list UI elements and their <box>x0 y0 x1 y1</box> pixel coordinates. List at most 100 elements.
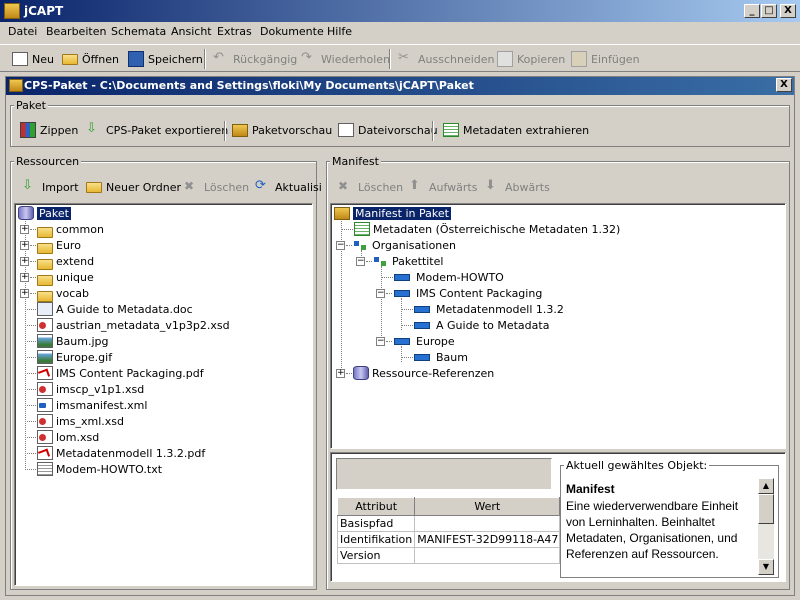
expand-toggle[interactable]: + <box>20 225 29 234</box>
extract-metadata-button[interactable]: Metadaten extrahieren <box>442 120 589 140</box>
new-folder-button[interactable]: Neuer Ordner <box>86 177 181 197</box>
open-button[interactable]: Öffnen <box>62 49 119 69</box>
attribute-header[interactable]: Attribut <box>336 497 416 516</box>
manifest-resource-refs[interactable]: Ressource-Referenzen <box>353 365 494 381</box>
zip-button[interactable]: Zippen <box>20 120 78 140</box>
collapse-toggle[interactable]: − <box>356 257 365 266</box>
tree-folder-extend[interactable]: extend <box>37 253 95 270</box>
attribute-value[interactable] <box>414 515 561 532</box>
close-button[interactable]: X <box>780 4 796 18</box>
tree-file[interactable]: Europe.gif <box>35 349 112 365</box>
manifest-package-title[interactable]: Pakettitel <box>373 253 443 269</box>
tree-file[interactable]: ims_xml.xsd <box>35 413 124 429</box>
value-header[interactable]: Wert <box>414 497 561 516</box>
tree-file[interactable]: IMS Content Packaging.pdf <box>35 365 204 381</box>
tree-file[interactable]: austrian_metadata_v1p3p2.xsd <box>35 317 230 333</box>
manifest-item-guide[interactable]: A Guide to Metadata <box>411 317 549 333</box>
package-preview-button[interactable]: Paketvorschau <box>232 120 332 140</box>
paste-button[interactable]: Einfügen <box>571 49 640 69</box>
table-row[interactable]: Basispfad <box>336 515 561 532</box>
menu-dokumente[interactable]: Dokumente <box>260 25 324 38</box>
manifest-root[interactable]: Manifest in Paket <box>334 205 451 221</box>
tree-folder-unique[interactable]: unique <box>37 269 94 286</box>
menu-bar: Datei Bearbeiten Schemata Ansicht Extras… <box>0 22 800 42</box>
expand-toggle[interactable]: + <box>20 241 29 250</box>
undo-button[interactable]: ↶ Rückgängig <box>213 49 297 69</box>
manifest-item-modem[interactable]: Modem-HOWTO <box>391 269 504 285</box>
export-button[interactable]: ⇩ CPS-Paket exportieren <box>86 120 228 140</box>
cut-button[interactable]: ✂ Ausschneiden <box>398 49 495 69</box>
move-down-button[interactable]: ⬇ Abwärts <box>485 177 550 197</box>
tree-folder-common[interactable]: common <box>37 221 104 238</box>
menu-hilfe[interactable]: Hilfe <box>327 25 352 38</box>
tree-file[interactable]: Baum.jpg <box>35 333 109 349</box>
main-toolbar: Neu Öffnen Speichern ↶ Rückgängig ↷ Wied… <box>0 44 800 72</box>
expand-toggle[interactable]: + <box>336 369 345 378</box>
item-icon <box>394 337 410 345</box>
menu-ansicht[interactable]: Ansicht <box>171 25 212 38</box>
attribute-value[interactable]: MANIFEST-32D99118-A47... <box>414 531 561 548</box>
redo-button[interactable]: ↷ Wiederholen <box>301 49 390 69</box>
tree-label: Baum <box>436 350 468 364</box>
move-up-button[interactable]: ⬆ Aufwärts <box>409 177 477 197</box>
manifest-delete-button[interactable]: ✖ Löschen <box>338 177 403 197</box>
scroll-down-button[interactable]: ▼ <box>758 559 774 575</box>
collapse-toggle[interactable]: − <box>376 337 385 346</box>
scroll-thumb[interactable] <box>758 494 774 524</box>
collapse-toggle[interactable]: − <box>336 241 345 250</box>
package-window-close-button[interactable]: X <box>776 78 792 92</box>
open-label: Öffnen <box>82 52 119 66</box>
import-button[interactable]: ⇩ Import <box>22 177 79 197</box>
manifest-item-europe[interactable]: Europe <box>391 333 455 349</box>
tree-file[interactable]: imsmanifest.xml <box>35 397 147 413</box>
resources-delete-button[interactable]: ✖ Löschen <box>184 177 249 197</box>
xsd-icon <box>37 382 53 396</box>
expand-toggle[interactable]: + <box>20 289 29 298</box>
tree-label: IMS Content Packaging <box>416 286 543 300</box>
manifest-item-metamodel[interactable]: Metadatenmodell 1.3.2 <box>411 301 564 317</box>
file-preview-button[interactable]: Dateivorschau <box>336 120 438 140</box>
refresh-button[interactable]: ⟳ Aktualisi <box>255 177 322 197</box>
tree-label: extend <box>56 254 95 268</box>
manifest-metadata[interactable]: Metadaten (Österreichische Metadaten 1.3… <box>353 221 620 237</box>
tree-file[interactable]: A Guide to Metadata.doc <box>35 301 193 317</box>
tree-file[interactable]: Modem-HOWTO.txt <box>35 461 162 477</box>
manifest-item-baum[interactable]: Baum <box>411 349 468 365</box>
tree-folder-vocab[interactable]: vocab <box>37 285 89 302</box>
attribute-table-wrap: Attribut Wert Basispfad Identifikation M… <box>336 497 561 564</box>
scroll-up-button[interactable]: ▲ <box>758 478 774 494</box>
redo-label: Wiederholen <box>321 52 391 66</box>
tree-label: lom.xsd <box>56 430 100 444</box>
menu-extras[interactable]: Extras <box>217 25 252 38</box>
new-button[interactable]: Neu <box>10 49 54 69</box>
table-row[interactable]: Identifikation MANIFEST-32D99118-A47... <box>336 531 561 548</box>
tree-file[interactable]: imscp_v1p1.xsd <box>35 381 144 397</box>
tree-item-paket[interactable]: Paket <box>18 205 71 221</box>
manifest-item-ims[interactable]: IMS Content Packaging <box>391 285 542 301</box>
copy-button[interactable]: Kopieren <box>497 49 565 69</box>
tree-folder-euro[interactable]: Euro <box>37 237 81 254</box>
tree-label: imscp_v1p1.xsd <box>56 382 145 396</box>
minimize-button[interactable]: _ <box>744 4 760 18</box>
toolbar-separator <box>204 49 206 69</box>
manifest-organisations[interactable]: Organisationen <box>353 237 456 253</box>
attribute-value[interactable] <box>414 547 561 564</box>
tree-label: A Guide to Metadata <box>436 318 550 332</box>
info-scrollbar[interactable]: ▲ ▼ <box>758 478 774 575</box>
tree-file[interactable]: Metadatenmodell 1.3.2.pdf <box>35 445 205 461</box>
pdf-icon <box>37 366 53 380</box>
save-button[interactable]: Speichern <box>128 49 203 69</box>
table-row[interactable]: Version <box>336 547 561 564</box>
maximize-button[interactable]: □ <box>761 4 777 18</box>
tree-label: Paket <box>37 206 71 220</box>
open-folder-icon <box>62 53 78 65</box>
tree-file[interactable]: lom.xsd <box>35 429 99 445</box>
menu-datei[interactable]: Datei <box>8 25 37 38</box>
new-folder-icon <box>86 181 102 193</box>
menu-bearbeiten[interactable]: Bearbeiten <box>46 25 106 38</box>
copy-label: Kopieren <box>517 52 566 66</box>
collapse-toggle[interactable]: − <box>376 289 385 298</box>
expand-toggle[interactable]: + <box>20 273 29 282</box>
expand-toggle[interactable]: + <box>20 257 29 266</box>
menu-schemata[interactable]: Schemata <box>111 25 166 38</box>
